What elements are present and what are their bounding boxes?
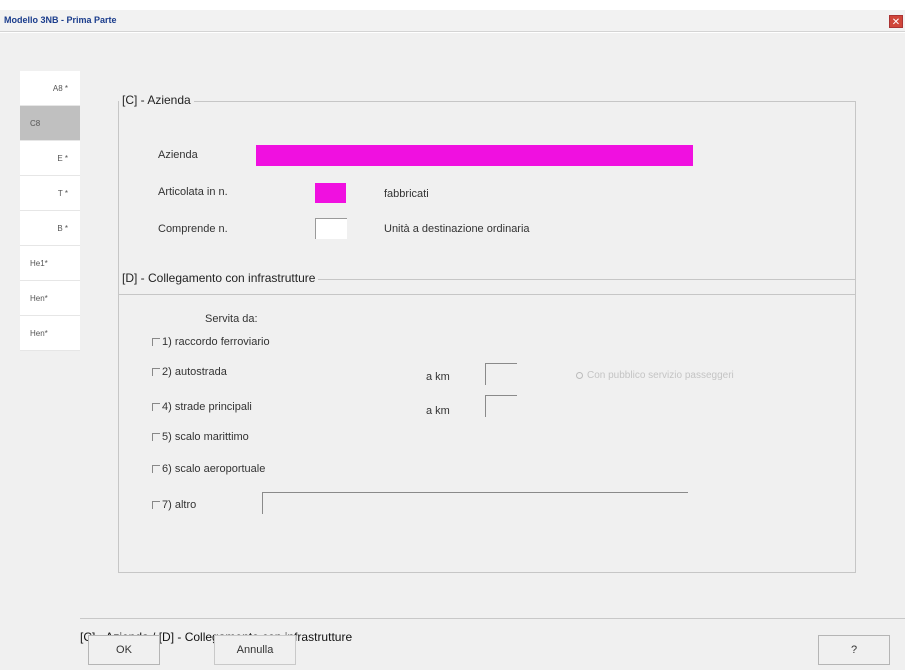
tab-label: T * [57, 188, 68, 198]
azienda-label: Azienda [158, 149, 198, 161]
comprende-field[interactable] [315, 218, 347, 239]
azienda-group-title: [C] - Azienda [119, 93, 194, 107]
checkbox[interactable] [152, 403, 160, 411]
checkbox[interactable] [152, 433, 160, 441]
articolata-label: Articolata in n. [158, 186, 228, 198]
comprende-label: Comprende n. [158, 223, 228, 235]
title-bar: Modello 3NB - Prima Parte ✕ [0, 10, 905, 32]
fabbricati-label: fabbricati [384, 188, 429, 200]
tab-t[interactable]: T * [20, 176, 80, 211]
window-title: Modello 3NB - Prima Parte [4, 15, 117, 25]
tab-label: E * [57, 153, 68, 163]
radio-label: Con pubblico servizio passeggeri [587, 370, 734, 381]
tab-label: Hen* [30, 328, 48, 338]
tab-hen-1[interactable]: Hen* [20, 281, 80, 316]
option-label: 4) strade principali [162, 401, 252, 413]
a-km-autostrada-label: a km [426, 371, 450, 383]
ok-label: OK [116, 644, 132, 656]
tab-a8[interactable]: A8 * [20, 71, 80, 106]
option-aeroportuale[interactable]: 6) scalo aeroportuale [152, 463, 265, 475]
footer-divider [80, 618, 905, 619]
checkbox[interactable] [152, 368, 160, 376]
unita-label: Unità a destinazione ordinaria [384, 223, 530, 235]
help-label: ? [850, 644, 858, 656]
option-raccordo[interactable]: 1) raccordo ferroviario [152, 336, 270, 348]
option-marittimo[interactable]: 5) scalo marittimo [152, 431, 249, 443]
radio-pubblico-servizio: Con pubblico servizio passeggeri [576, 370, 734, 381]
azienda-group [118, 101, 856, 295]
articolata-field[interactable] [315, 183, 346, 203]
altro-field[interactable] [262, 492, 688, 514]
radio-button [576, 372, 583, 379]
checkbox[interactable] [152, 338, 160, 346]
tab-e[interactable]: E * [20, 141, 80, 176]
tab-label: C8 [30, 118, 41, 128]
checkbox[interactable] [152, 501, 160, 509]
option-label: 1) raccordo ferroviario [162, 336, 270, 348]
azienda-field[interactable] [256, 145, 693, 166]
annulla-button[interactable]: Annulla [214, 635, 296, 665]
option-autostrada[interactable]: 2) autostrada [152, 366, 227, 378]
tab-label: Hen* [30, 293, 48, 303]
a-km-strade-label: a km [426, 405, 450, 417]
tab-label: A8 * [52, 83, 68, 93]
tab-label: He1* [30, 258, 48, 268]
tab-he1[interactable]: He1* [20, 246, 80, 281]
tab-hen-2[interactable]: Hen* [20, 316, 80, 351]
tab-b[interactable]: B * [20, 211, 80, 246]
option-altro[interactable]: 7) altro [152, 499, 196, 511]
tab-column: A8 * C8 E * T * B * He1* Hen* Hen* [20, 71, 80, 351]
option-label: 2) autostrada [162, 366, 227, 378]
checkbox[interactable] [152, 465, 160, 473]
option-label: 6) scalo aeroportuale [162, 463, 266, 475]
a-km-autostrada-field[interactable] [485, 363, 517, 385]
infrastrutture-group-title: [D] - Collegamento con infrastrutture [119, 271, 319, 285]
servita-label: Servita da: [205, 313, 258, 325]
option-label: 5) scalo marittimo [162, 431, 249, 443]
annulla-label: Annulla [236, 644, 274, 656]
tab-label: B * [57, 223, 68, 233]
option-label: 7) altro [162, 499, 197, 511]
ok-button[interactable]: OK [88, 635, 160, 665]
a-km-strade-field[interactable] [485, 395, 517, 417]
option-strade[interactable]: 4) strade principali [152, 401, 252, 413]
tab-c8[interactable]: C8 [20, 106, 80, 141]
help-button[interactable]: ? [818, 635, 890, 665]
close-icon[interactable]: ✕ [889, 15, 903, 28]
dialog-body: A8 * C8 E * T * B * He1* Hen* Hen* [C] -… [0, 33, 905, 670]
